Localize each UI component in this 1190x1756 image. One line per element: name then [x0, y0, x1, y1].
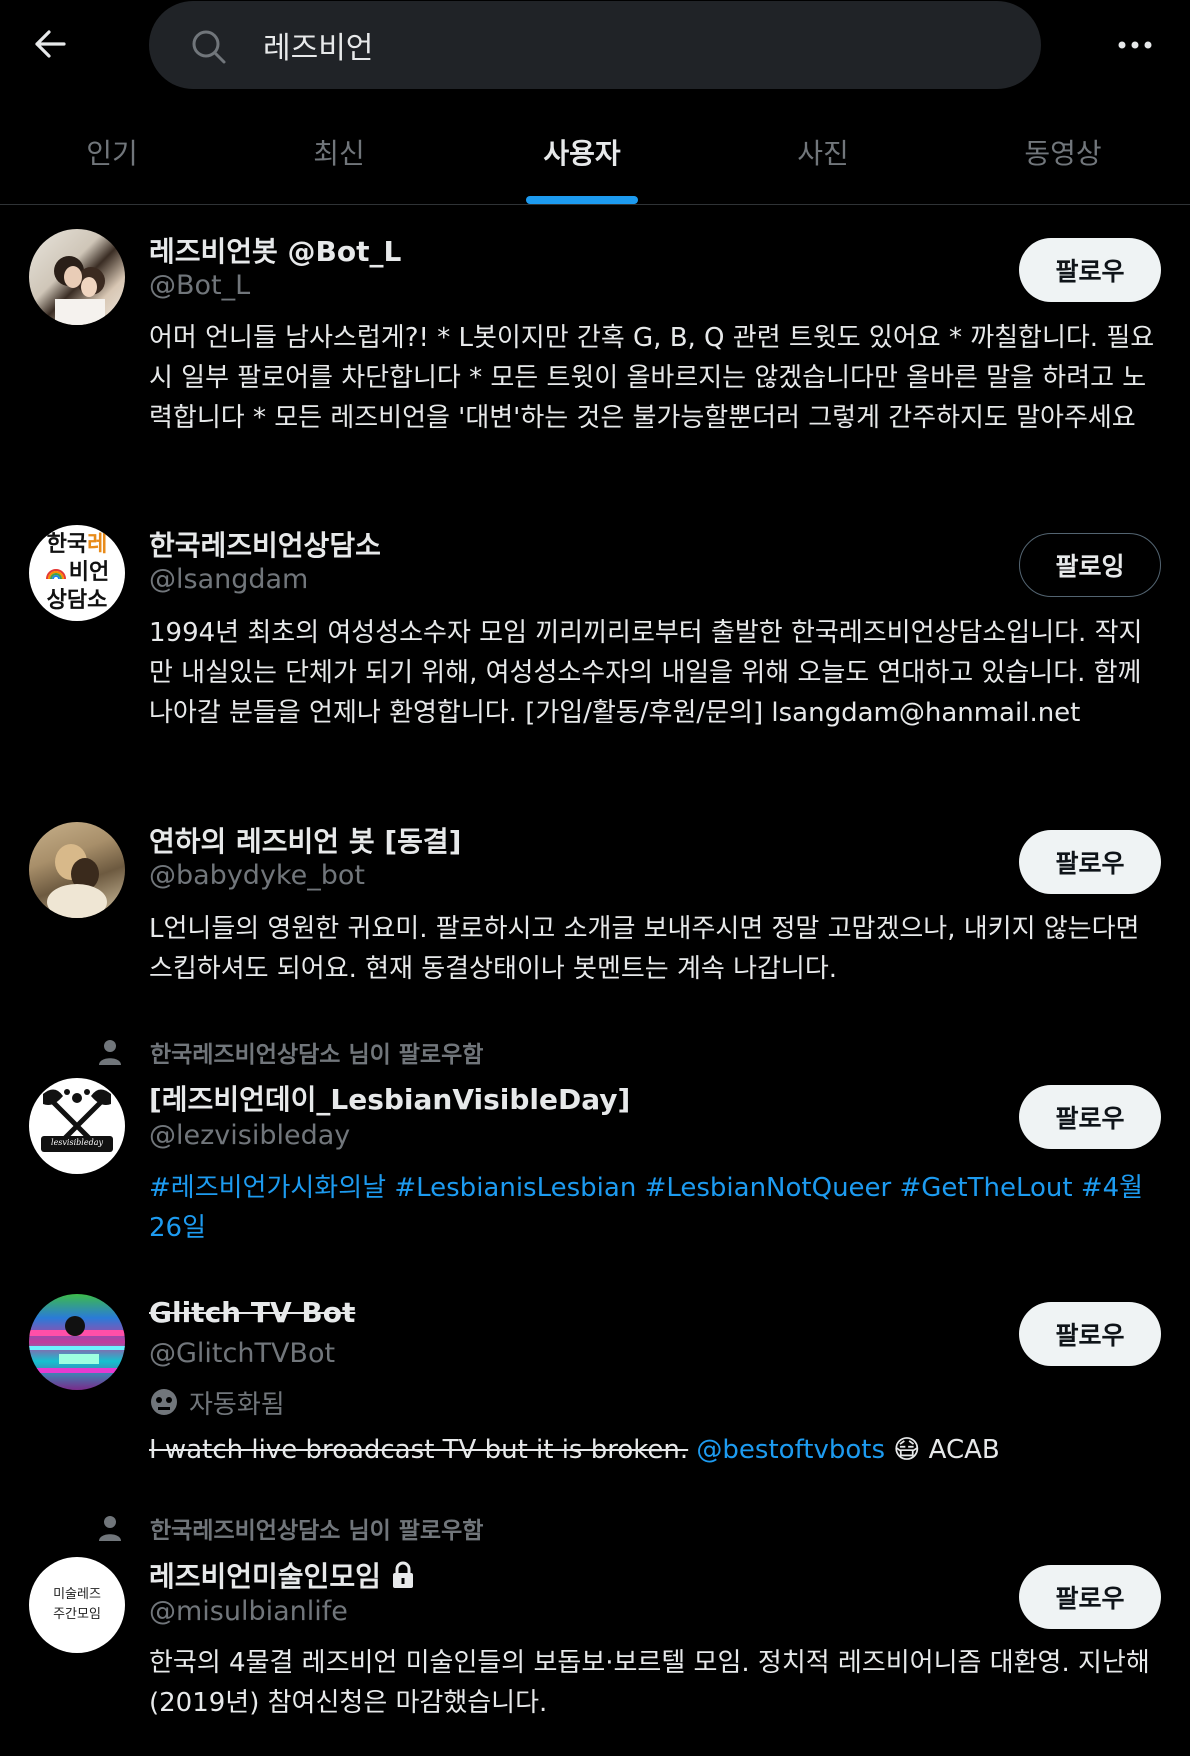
rainbow-icon — [45, 569, 66, 580]
user-cell[interactable]: 한국레 비언 상담소 한국레즈비언상담소 @lsangdam 팔로잉 1994년… — [0, 500, 1190, 795]
user-cell[interactable]: 한국레즈비언상담소 님이 팔로우함 lesvisibleday [레즈비언데이_… — [0, 1030, 1190, 1270]
avatar-text: 한국 — [46, 532, 88, 557]
search-box[interactable] — [149, 1, 1041, 89]
social-context: 한국레즈비언상담소 님이 팔로우함 — [96, 1512, 483, 1544]
avatar-text: lesvisibleday — [51, 1138, 103, 1147]
user-bio: 1994년 최초의 여성성소수자 모임 끼리끼리로부터 출발한 한국레즈비언상담… — [149, 618, 1143, 728]
user-name-row: 레즈비언미술인모임 — [149, 1555, 417, 1595]
user-bio[interactable]: #레즈비언가시화의날 #LesbianisLesbian #LesbianNot… — [149, 1168, 1159, 1248]
glitch-avatar-image — [29, 1316, 125, 1373]
tab-photos[interactable]: 사진 — [710, 100, 936, 204]
avatar[interactable]: 미술레즈 주간모임 — [29, 1557, 125, 1653]
avatar[interactable] — [29, 1294, 125, 1390]
avatar-text: 상담소 — [46, 588, 108, 613]
user-cell[interactable]: Glitch TV Bot @GlitchTVBot 팔로우 자동화됨 I wa… — [0, 1290, 1190, 1470]
user-name[interactable]: 한국레즈비언상담소 — [149, 524, 381, 564]
back-arrow-icon — [35, 30, 66, 58]
avatar-text: 비언 — [68, 560, 110, 585]
user-name[interactable]: 연하의 레즈비언 봇 [동결] — [149, 820, 461, 860]
avatar-photo — [54, 256, 105, 325]
bio-text: ACAB — [928, 1435, 1000, 1465]
follow-button[interactable]: 팔로우 — [1019, 1085, 1161, 1149]
user-name[interactable]: Glitch TV Bot — [149, 1296, 355, 1329]
tab-videos[interactable]: 동영상 — [936, 100, 1190, 204]
follow-button[interactable]: 팔로우 — [1019, 1565, 1161, 1629]
user-handle[interactable]: @babydyke_bot — [149, 860, 365, 891]
automated-label: 자동화됨 — [149, 1384, 285, 1420]
user-name[interactable]: 레즈비언봇 @Bot_L — [149, 230, 401, 270]
tab-people[interactable]: 사용자 — [454, 100, 710, 204]
user-bio: I watch live broadcast TV but it is brok… — [149, 1430, 1159, 1470]
avatar-text: 레 — [87, 532, 108, 557]
active-tab-indicator — [526, 196, 638, 204]
user-handle[interactable]: @lezvisibleday — [149, 1120, 350, 1151]
back-button[interactable] — [26, 20, 74, 68]
lock-icon — [392, 1561, 413, 1588]
social-context-text: 한국레즈비언상담소 님이 팔로우함 — [150, 1042, 484, 1068]
avatar-text: 미술레즈 — [53, 1587, 101, 1602]
avatar[interactable]: lesvisibleday — [29, 1078, 125, 1174]
avatar-photo — [47, 844, 107, 918]
tab-top[interactable]: 인기 — [0, 100, 224, 204]
avatar[interactable] — [29, 822, 125, 918]
follow-button[interactable]: 팔로우 — [1019, 830, 1161, 894]
user-bio: 한국의 4물결 레즈비언 미술인들의 보돕보·보르텔 모임. 정치적 레즈비어니… — [149, 1648, 1150, 1718]
search-tabs: 인기 최신 사용자 사진 동영상 — [0, 100, 1190, 205]
more-options-button[interactable] — [1110, 25, 1160, 65]
automated-label-text: 자동화됨 — [189, 1389, 285, 1420]
user-cell[interactable]: 레즈비언봇 @Bot_L @Bot_L 팔로우 어머 언니들 남사스럽게?! *… — [0, 206, 1190, 496]
user-handle[interactable]: @Bot_L — [149, 270, 250, 301]
follow-button[interactable]: 팔로우 — [1019, 238, 1161, 302]
user-handle[interactable]: @misulbianlife — [149, 1596, 348, 1627]
robot-icon — [151, 1389, 177, 1415]
user-name[interactable]: 레즈비언미술인모임 — [149, 1555, 381, 1595]
social-context: 한국레즈비언상담소 님이 팔로우함 — [96, 1036, 483, 1068]
user-bio: L언니들의 영원한 귀요미. 팔로하시고 소개글 보내주시면 정말 고맙겠으나,… — [149, 914, 1140, 984]
user-bio: 어머 언니들 남사스럽게?! * L봇이지만 간혹 G, B, Q 관련 트윗도… — [149, 323, 1155, 433]
user-cell[interactable]: 연하의 레즈비언 봇 [동결] @babydyke_bot 팔로우 L언니들의 … — [0, 796, 1190, 1024]
search-icon — [192, 30, 226, 64]
top-bar — [0, 0, 1190, 100]
more-horizontal-icon — [1118, 41, 1152, 49]
person-icon — [99, 1040, 121, 1065]
mention-link[interactable]: @bestoftvbots — [696, 1435, 885, 1465]
following-button[interactable]: 팔로잉 — [1019, 533, 1161, 597]
crossed-axes-logo — [41, 1089, 113, 1152]
bio-text: I watch live broadcast TV but it is brok… — [149, 1435, 689, 1465]
user-cell[interactable]: 한국레즈비언상담소 님이 팔로우함 미술레즈 주간모임 레즈비언미술인모임 @m… — [0, 1510, 1190, 1756]
mask-emoji-icon: 😷 — [893, 1435, 921, 1465]
tab-latest[interactable]: 최신 — [224, 100, 454, 204]
person-icon — [99, 1516, 121, 1541]
user-handle[interactable]: @GlitchTVBot — [149, 1338, 335, 1369]
search-input[interactable] — [261, 1, 1001, 89]
avatar[interactable] — [29, 229, 125, 325]
avatar[interactable]: 한국레 비언 상담소 — [29, 525, 125, 621]
user-name[interactable]: [레즈비언데이_LesbianVisibleDay] — [149, 1078, 630, 1118]
user-handle[interactable]: @lsangdam — [149, 564, 308, 595]
follow-button[interactable]: 팔로우 — [1019, 1302, 1161, 1366]
avatar-text: 주간모임 — [53, 1607, 101, 1622]
social-context-text: 한국레즈비언상담소 님이 팔로우함 — [150, 1518, 484, 1544]
